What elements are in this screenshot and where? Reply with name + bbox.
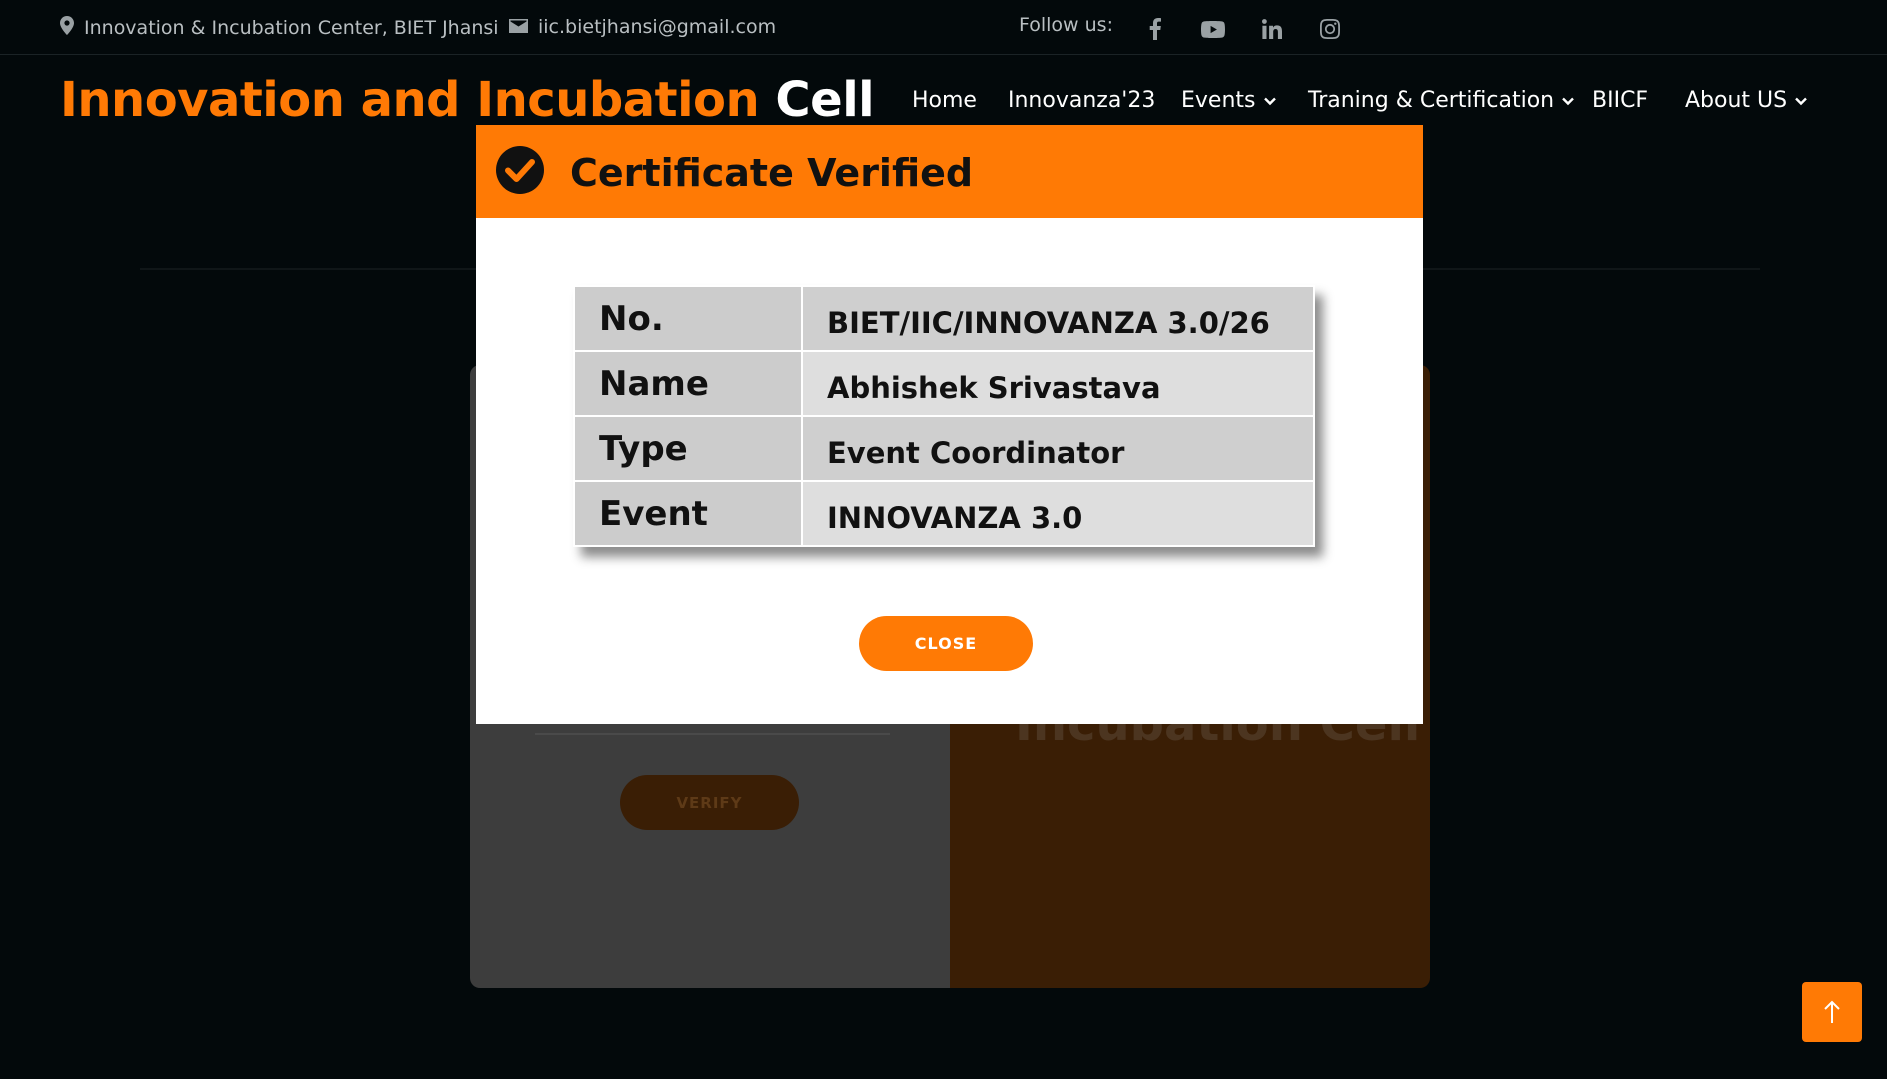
certificate-details-table: No. BIET/IIC/INNOVANZA 3.0/26 Name Abhis…: [573, 285, 1315, 547]
modal-title: Certificate Verified: [570, 151, 974, 195]
table-row: Type Event Coordinator: [573, 415, 1315, 482]
chevron-down-icon: [1562, 97, 1574, 105]
scroll-to-top-button[interactable]: [1802, 982, 1862, 1042]
nav-biicf-label: BIICF: [1592, 88, 1649, 113]
close-button[interactable]: CLOSE: [859, 616, 1033, 671]
verify-button[interactable]: VERIFY: [620, 775, 799, 830]
table-row: Name Abhishek Srivastava: [573, 350, 1315, 417]
row-key: Type: [573, 415, 803, 482]
nav-events-label: Events: [1181, 88, 1256, 113]
facebook-icon[interactable]: [1140, 14, 1170, 44]
row-value: Abhishek Srivastava: [801, 350, 1315, 417]
row-key: No.: [573, 285, 803, 352]
nav-training[interactable]: Traning & Certification: [1308, 88, 1574, 113]
check-circle-icon: [496, 146, 544, 194]
nav-innovanza[interactable]: Innovanza'23: [1008, 88, 1155, 113]
follow-label: Follow us:: [1019, 14, 1113, 36]
brand-orange: Innovation and Incubation: [60, 72, 760, 128]
modal-header: Certificate Verified: [476, 125, 1423, 218]
site-logo-text[interactable]: Innovation and Incubation Cell: [60, 72, 875, 128]
row-value: INNOVANZA 3.0: [801, 480, 1315, 547]
nav-about-label: About US: [1685, 88, 1788, 113]
email-item[interactable]: iic.bietjhansi@gmail.com: [509, 16, 776, 38]
brand-white: Cell: [775, 72, 875, 128]
table-row: Event INNOVANZA 3.0: [573, 480, 1315, 547]
chevron-down-icon: [1795, 97, 1807, 105]
linkedin-icon[interactable]: [1257, 14, 1287, 44]
row-key: Event: [573, 480, 803, 547]
address-item: Innovation & Incubation Center, BIET Jha…: [60, 16, 499, 40]
table-row: No. BIET/IIC/INNOVANZA 3.0/26: [573, 285, 1315, 352]
nav-training-label: Traning & Certification: [1308, 88, 1555, 113]
envelope-icon: [509, 16, 528, 38]
arrow-up-icon: [1824, 1000, 1840, 1023]
row-value: Event Coordinator: [801, 415, 1315, 482]
certificate-input-underline: [535, 733, 890, 735]
nav-innovanza-label: Innovanza'23: [1008, 88, 1156, 113]
row-key: Name: [573, 350, 803, 417]
nav-biicf[interactable]: BIICF: [1592, 88, 1648, 113]
row-value: BIET/IIC/INNOVANZA 3.0/26: [801, 285, 1315, 352]
nav-about[interactable]: About US: [1685, 88, 1807, 113]
email-text[interactable]: iic.bietjhansi@gmail.com: [538, 16, 776, 38]
nav-home[interactable]: Home: [912, 88, 977, 113]
map-pin-icon: [60, 16, 74, 40]
address-text: Innovation & Incubation Center, BIET Jha…: [84, 17, 499, 39]
certificate-modal: Certificate Verified No. BIET/IIC/INNOVA…: [476, 125, 1423, 724]
instagram-icon[interactable]: [1315, 14, 1345, 44]
nav-home-label: Home: [912, 88, 977, 113]
top-bar: Innovation & Incubation Center, BIET Jha…: [0, 0, 1887, 55]
nav-events[interactable]: Events: [1181, 88, 1276, 113]
youtube-icon[interactable]: [1198, 14, 1228, 44]
chevron-down-icon: [1263, 97, 1276, 105]
